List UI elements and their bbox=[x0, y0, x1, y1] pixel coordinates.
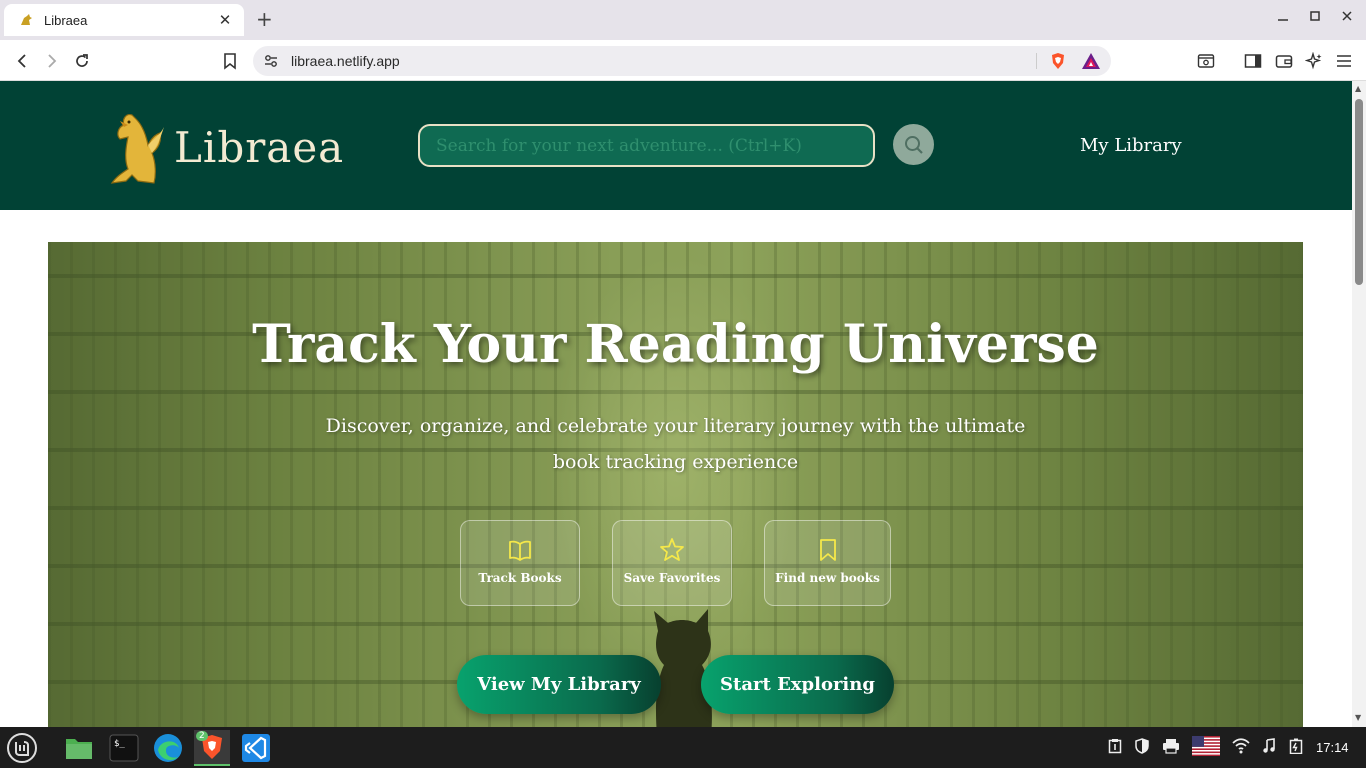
clock[interactable]: 17:14 bbox=[1316, 740, 1349, 755]
sidebar-icon[interactable] bbox=[1241, 49, 1265, 73]
browser-tab-bar: Libraea ✕ + bbox=[0, 0, 1366, 40]
search-button[interactable] bbox=[893, 124, 934, 165]
feature-find-new-books[interactable]: Find new books bbox=[764, 520, 891, 606]
wallet-icon[interactable] bbox=[1272, 49, 1296, 73]
nav-my-library[interactable]: My Library bbox=[1080, 135, 1182, 156]
maximize-icon[interactable] bbox=[1309, 10, 1321, 26]
svg-text:$_: $_ bbox=[114, 739, 125, 749]
new-tab-button[interactable]: + bbox=[256, 9, 273, 29]
hero-title: Track Your Reading Universe bbox=[252, 314, 1099, 375]
book-open-icon bbox=[509, 540, 531, 561]
url-text: libraea.netlify.app bbox=[291, 53, 400, 69]
bookmark-page-icon[interactable] bbox=[218, 49, 242, 73]
site-logo[interactable]: Libraea bbox=[108, 105, 344, 189]
book-search-field[interactable] bbox=[418, 124, 875, 167]
search-icon bbox=[904, 135, 923, 154]
terminal-app-icon[interactable]: $_ bbox=[106, 730, 142, 766]
brave-taskbar-icon[interactable]: 2 bbox=[194, 730, 230, 766]
feature-save-favorites[interactable]: Save Favorites bbox=[612, 520, 732, 606]
keyboard-layout-flag-icon[interactable] bbox=[1192, 736, 1220, 760]
griffin-favicon-icon bbox=[18, 12, 34, 28]
scroll-up-icon[interactable]: ▲ bbox=[1355, 84, 1361, 93]
vscode-app-icon[interactable] bbox=[238, 730, 274, 766]
book-search-input[interactable] bbox=[436, 135, 873, 156]
window-count-badge: 2 bbox=[196, 731, 208, 741]
update-shield-icon[interactable] bbox=[1134, 738, 1150, 758]
star-icon bbox=[660, 538, 684, 561]
site-header: Libraea My Library bbox=[0, 81, 1352, 210]
scrollbar-thumb[interactable] bbox=[1355, 99, 1363, 285]
brave-shields-icon[interactable] bbox=[1049, 52, 1067, 74]
window-close-icon[interactable] bbox=[1341, 10, 1353, 26]
tab-title: Libraea bbox=[44, 12, 88, 28]
bookmark-icon bbox=[819, 539, 836, 561]
forward-icon[interactable] bbox=[40, 49, 64, 73]
reload-icon[interactable] bbox=[70, 49, 94, 73]
brand-name: Libraea bbox=[174, 122, 345, 172]
web-page: Libraea My Library Track Your Reading Un… bbox=[0, 81, 1352, 727]
clipboard-indicator-icon[interactable] bbox=[1108, 738, 1122, 758]
os-taskbar: $_ 2 17:14 bbox=[0, 727, 1366, 768]
griffin-logo-icon bbox=[110, 114, 164, 184]
start-menu-icon[interactable] bbox=[4, 730, 40, 766]
tab-close-icon[interactable]: ✕ bbox=[216, 11, 234, 29]
address-bar[interactable]: libraea.netlify.app bbox=[253, 46, 1111, 76]
hero-subtitle: Discover, organize, and celebrate your l… bbox=[325, 415, 1026, 473]
feature-label: Track Books bbox=[478, 571, 562, 585]
site-settings-icon[interactable] bbox=[263, 53, 279, 69]
divider bbox=[1036, 53, 1037, 69]
wifi-icon[interactable] bbox=[1232, 738, 1250, 758]
page-scrollbar[interactable]: ▲ ▼ bbox=[1352, 81, 1366, 727]
hero-section: Track Your Reading Universe Discover, or… bbox=[48, 242, 1303, 727]
feature-label: Save Favorites bbox=[623, 571, 721, 585]
view-my-library-button[interactable]: View My Library bbox=[457, 655, 661, 714]
browser-tab[interactable]: Libraea ✕ bbox=[4, 4, 244, 36]
menu-icon[interactable] bbox=[1332, 49, 1356, 73]
scroll-down-icon[interactable]: ▼ bbox=[1355, 713, 1361, 722]
sound-icon[interactable] bbox=[1261, 738, 1277, 758]
back-icon[interactable] bbox=[10, 49, 34, 73]
files-app-icon[interactable] bbox=[61, 730, 97, 766]
feature-label: Find new books bbox=[775, 571, 880, 585]
edge-browser-icon[interactable] bbox=[150, 730, 186, 766]
feature-track-books[interactable]: Track Books bbox=[460, 520, 580, 606]
start-exploring-button[interactable]: Start Exploring bbox=[701, 655, 894, 714]
browser-toolbar: libraea.netlify.app bbox=[0, 40, 1366, 81]
brave-rewards-icon[interactable] bbox=[1081, 52, 1101, 74]
printer-icon[interactable] bbox=[1162, 738, 1180, 758]
leo-ai-icon[interactable] bbox=[1302, 49, 1326, 73]
minimize-icon[interactable] bbox=[1277, 10, 1289, 26]
battery-icon[interactable] bbox=[1289, 738, 1303, 758]
reader-mode-icon[interactable] bbox=[1194, 49, 1218, 73]
